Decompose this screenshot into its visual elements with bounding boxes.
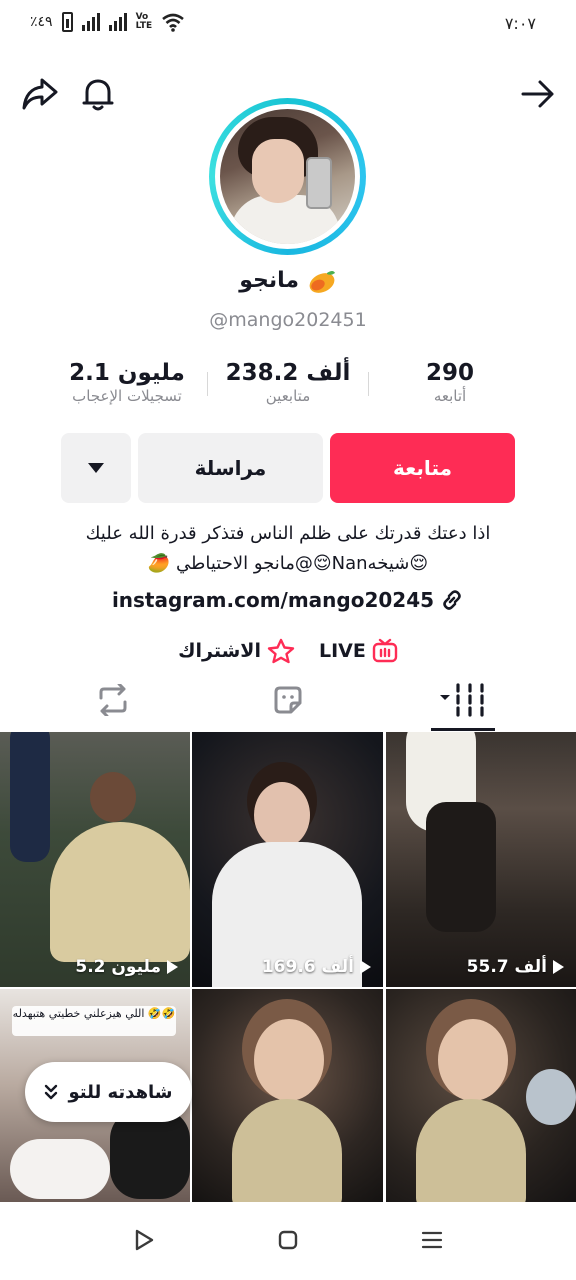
- notifications-button[interactable]: [76, 72, 120, 116]
- display-name: مانجو: [239, 268, 300, 293]
- sticker-icon: [274, 686, 302, 714]
- avatar: [220, 109, 355, 244]
- arrow-right-icon: [521, 80, 554, 108]
- followers-count: 238.2 ألف: [225, 360, 351, 386]
- caret-down-icon: [88, 463, 104, 473]
- wifi-icon: [162, 13, 184, 32]
- profile-stats: 290 أتابعه 238.2 ألف متابعين 2.1 مليون ت…: [0, 360, 576, 420]
- follow-button[interactable]: متابعة: [330, 433, 515, 503]
- watched-just-now-button[interactable]: شاهدته للتو: [25, 1062, 192, 1122]
- video-thumbnail-4[interactable]: [386, 989, 576, 1202]
- battery-percent: ٪٤٩: [30, 14, 53, 30]
- nav-back-button[interactable]: [124, 1220, 164, 1260]
- play-icon: [553, 960, 564, 974]
- likes-label: تسجيلات الإعجاب: [72, 387, 182, 405]
- link-icon: [443, 590, 461, 610]
- repost-icon: [99, 684, 127, 716]
- suggested-accounts-button[interactable]: [61, 433, 131, 503]
- video-thumbnail-5[interactable]: [192, 989, 383, 1202]
- active-tab-indicator: [431, 728, 495, 731]
- play-icon: [167, 960, 178, 974]
- watched-label: شاهدته للتو: [68, 1081, 173, 1103]
- profile-extras: الاشتراك LIVE: [0, 638, 576, 664]
- bio-line-2: 😌شيخهNan😌@مانجو الاحتياطي 🥭: [147, 553, 429, 574]
- video-thumbnail-2[interactable]: 169.6 ألف: [192, 732, 383, 987]
- volte-badge: Vo LTE: [135, 12, 153, 31]
- play-icon: [360, 960, 371, 974]
- video-caption-chip: اللي هيزعلني خطيتي هتبهدله 🤣🤣: [12, 1006, 176, 1036]
- display-name-row: مانجو: [0, 268, 576, 294]
- nav-recents-button[interactable]: [412, 1220, 452, 1260]
- back-button[interactable]: [516, 72, 560, 116]
- share-button[interactable]: [18, 72, 62, 116]
- video-thumbnail-1[interactable]: 55.7 ألف: [386, 732, 576, 987]
- star-badge-icon: [267, 638, 295, 664]
- status-bar: ٪٤٩ Vo LTE ٧:٠٧: [0, 0, 576, 52]
- stat-followers[interactable]: 238.2 ألف متابعين: [213, 360, 363, 405]
- mango-emoji-icon: [309, 271, 335, 293]
- live-link[interactable]: LIVE: [319, 638, 398, 664]
- system-nav-bar: [0, 1202, 576, 1280]
- double-chevron-down-icon: [45, 1084, 58, 1100]
- tab-reposts[interactable]: [53, 672, 173, 728]
- bio-link-text: instagram.com/mango20245: [111, 588, 435, 612]
- status-time: ٧:٠٧: [504, 14, 536, 33]
- subscribe-label: الاشتراك: [178, 640, 261, 662]
- username: @mango202451: [209, 309, 367, 331]
- subscribe-link[interactable]: الاشتراك: [178, 638, 295, 664]
- following-label: أتابعه: [433, 387, 467, 405]
- bio: اذا دعتك قدرتك على ظلم الناس فتذكر قدرة …: [40, 519, 536, 579]
- video-views-2: 169.6 ألف: [262, 957, 371, 977]
- video-views-1: 55.7 ألف: [467, 957, 564, 977]
- video-views-3: 5.2 مليون: [75, 957, 178, 977]
- status-icons: ٪٤٩ Vo LTE: [30, 12, 185, 32]
- bell-icon: [82, 79, 114, 111]
- tab-videos[interactable]: [403, 672, 523, 728]
- live-tv-icon: [372, 638, 398, 663]
- stat-following[interactable]: 290 أتابعه: [390, 360, 510, 405]
- signal-icon-2: [108, 13, 127, 31]
- menu-lines-icon: [421, 1231, 443, 1249]
- share-arrow-icon: [22, 78, 58, 110]
- video-grid: 55.7 ألف 169.6 ألف 5.2 مليون: [0, 732, 576, 1202]
- avatar-story-ring[interactable]: [209, 98, 366, 255]
- following-count: 290: [425, 360, 474, 386]
- battery-icon: [61, 12, 73, 32]
- triangle-back-icon: [135, 1229, 154, 1251]
- followers-label: متابعين: [265, 387, 311, 405]
- signal-icon: [81, 13, 100, 31]
- stat-likes[interactable]: 2.1 مليون تسجيلات الإعجاب: [52, 360, 202, 405]
- content-tabs: [0, 672, 576, 730]
- live-label: LIVE: [318, 640, 366, 662]
- message-button[interactable]: مراسلة: [138, 433, 323, 503]
- bio-line-1: اذا دعتك قدرتك على ظلم الناس فتذكر قدرة …: [85, 523, 491, 544]
- square-icon: [278, 1230, 298, 1250]
- likes-count: 2.1 مليون: [69, 360, 185, 386]
- grid-icon: [440, 683, 484, 717]
- nav-home-button[interactable]: [268, 1220, 308, 1260]
- tab-favorites[interactable]: [228, 672, 348, 728]
- video-thumbnail-3[interactable]: 5.2 مليون: [0, 732, 190, 987]
- bio-link[interactable]: instagram.com/mango20245: [0, 588, 576, 612]
